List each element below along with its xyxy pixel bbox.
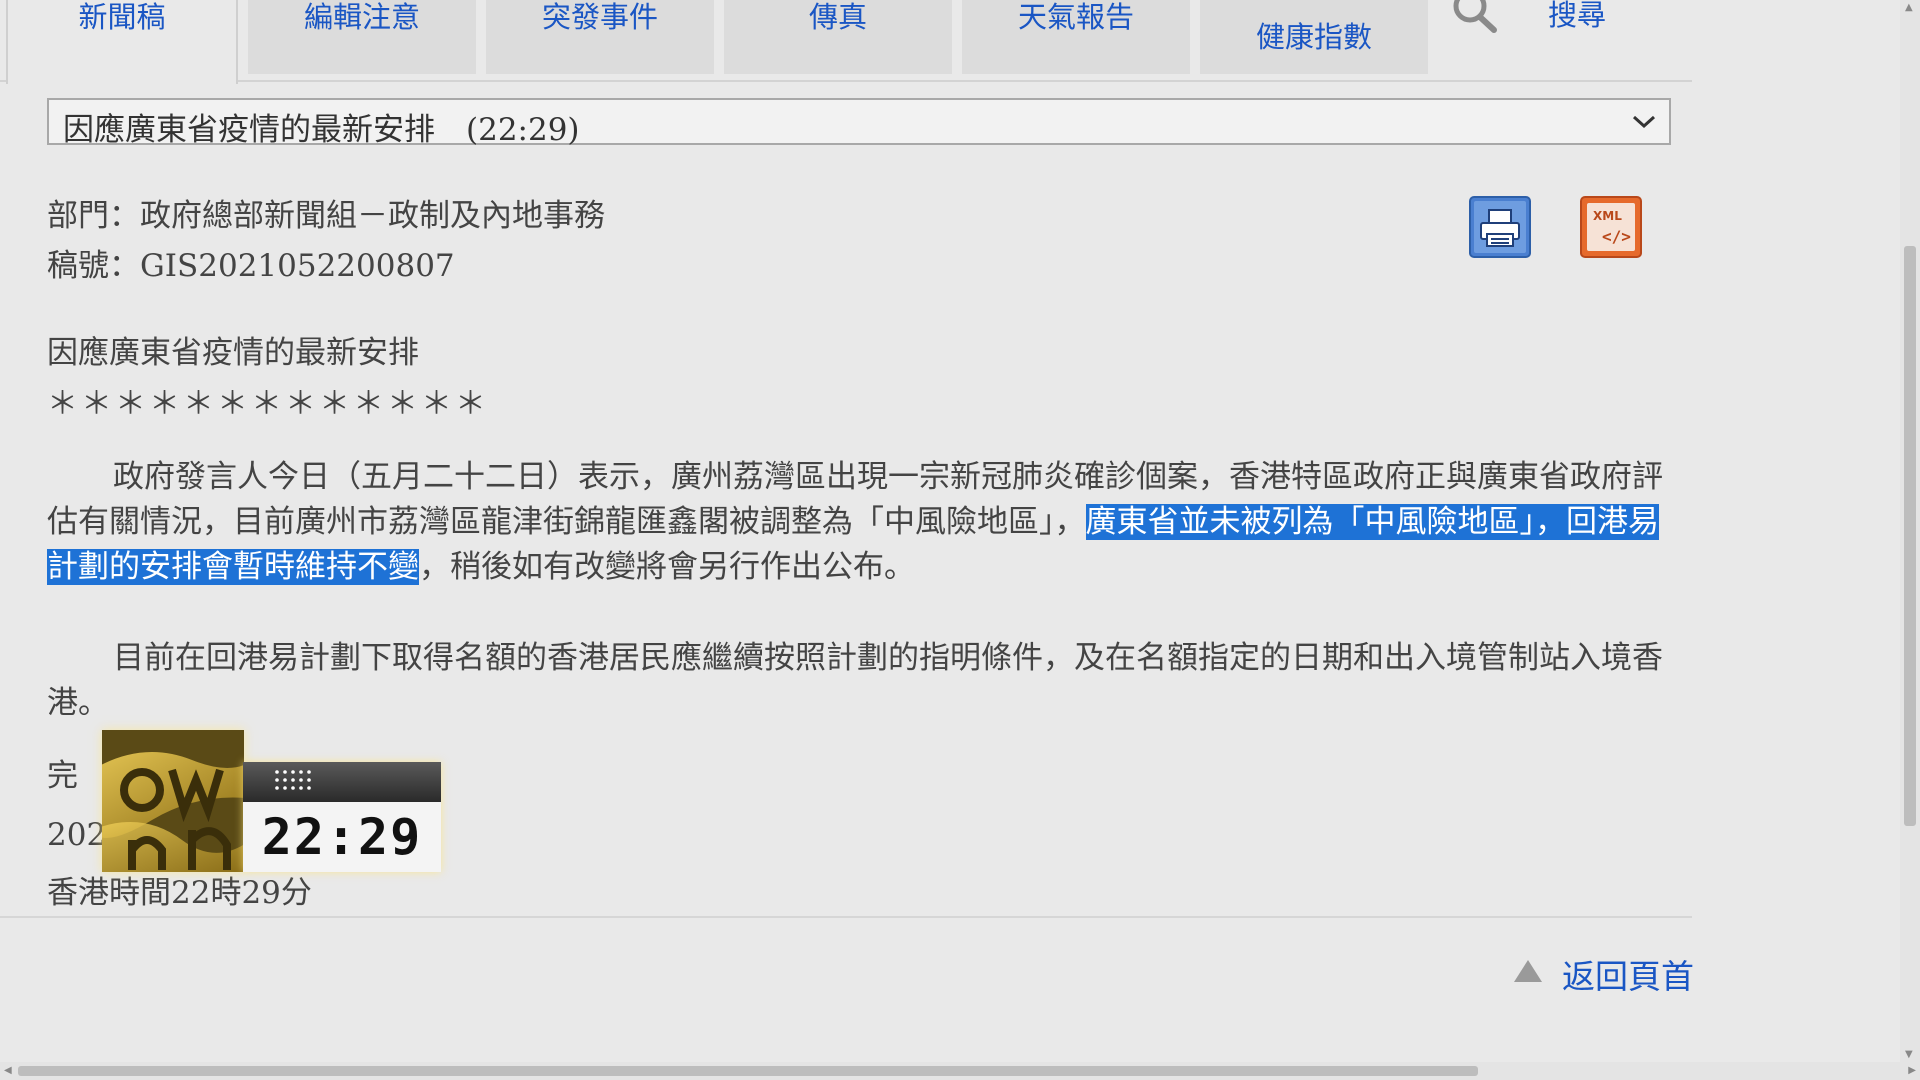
scroll-up-icon[interactable]: ▲ bbox=[1905, 2, 1913, 13]
tab-label: 編輯注意 bbox=[303, 0, 420, 34]
end-mark: 完 bbox=[47, 758, 78, 794]
tab-label: 傳真 bbox=[808, 0, 867, 34]
department-line: 部門：政府總部新聞組－政制及內地事務 bbox=[47, 198, 605, 234]
article-paragraph-1: 政府發言人今日（五月二十二日）表示，廣州荔灣區出現一宗新冠肺炎確診個案，香港特區… bbox=[47, 455, 1677, 590]
tv-clock-overlay: 22:29 bbox=[243, 762, 441, 872]
tab-health-index[interactable]: 健康指數 bbox=[1200, 0, 1428, 74]
tab-editors-notes[interactable]: 編輯注意 bbox=[248, 0, 476, 74]
clock-header bbox=[243, 762, 441, 802]
scroll-right-icon[interactable]: ▶ bbox=[1908, 1065, 1916, 1076]
release-date: 202 bbox=[47, 817, 107, 853]
article-paragraph-2: 目前在回港易計劃下取得名額的香港居民應繼續按照計劃的指明條件，及在名額指定的日期… bbox=[47, 640, 1663, 721]
svg-text:XML: XML bbox=[1593, 209, 1622, 223]
clock-time: 22:29 bbox=[261, 808, 423, 866]
tab-label: 天氣報告 bbox=[1017, 0, 1134, 34]
chevron-down-icon bbox=[1632, 115, 1656, 129]
channel-logo-icon bbox=[102, 730, 244, 872]
dots-icon bbox=[275, 770, 311, 790]
vertical-scrollbar[interactable]: ▲ ▼ bbox=[1900, 0, 1920, 1062]
print-icon bbox=[1469, 196, 1531, 258]
print-button[interactable] bbox=[1469, 196, 1531, 258]
tab-breaking-news[interactable]: 突發事件 bbox=[486, 0, 714, 74]
tab-fax[interactable]: 傳真 bbox=[724, 0, 952, 74]
tab-label: 突發事件 bbox=[541, 0, 658, 34]
search-link[interactable]: 搜尋 bbox=[1448, 0, 1648, 40]
xml-button[interactable]: XML </> bbox=[1580, 196, 1642, 258]
search-label: 搜尋 bbox=[1548, 0, 1607, 32]
channel-logo bbox=[102, 730, 244, 872]
reference-number: 稿號：GIS2021052200807 bbox=[47, 248, 455, 284]
article-title: 因應廣東省疫情的最新安排 bbox=[47, 335, 419, 371]
tab-label: 新聞稿 bbox=[78, 0, 166, 34]
search-icon bbox=[1453, 0, 1497, 33]
scroll-down-icon[interactable]: ▼ bbox=[1905, 1049, 1913, 1060]
footer-divider bbox=[0, 916, 1692, 918]
xml-icon: XML </> bbox=[1580, 196, 1642, 258]
scroll-left-icon[interactable]: ◀ bbox=[4, 1065, 12, 1076]
svg-text:</>: </> bbox=[1602, 227, 1631, 246]
triangle-up-icon bbox=[1514, 960, 1542, 982]
release-select[interactable]: 因應廣東省疫情的最新安排 (22:29) bbox=[47, 98, 1671, 148]
paragraph-text: ，稍後如有改變將會另行作出公布。 bbox=[419, 549, 915, 585]
title-separator: ＊＊＊＊＊＊＊＊＊＊＊＊＊ bbox=[47, 386, 489, 422]
tab-bar: 新聞稿 編輯注意 突發事件 傳真 天氣報告 健康指數 搜尋 bbox=[0, 0, 1692, 84]
horizontal-scroll-thumb[interactable] bbox=[18, 1066, 1478, 1076]
tab-weather-report[interactable]: 天氣報告 bbox=[962, 0, 1190, 74]
back-to-top-label: 返回頁首 bbox=[1562, 957, 1694, 996]
release-time: 香港時間22時29分 bbox=[47, 875, 312, 911]
tab-label: 健康指數 bbox=[1255, 20, 1372, 54]
tab-press-releases[interactable]: 新聞稿 bbox=[6, 0, 238, 84]
horizontal-scrollbar[interactable]: ◀ ▶ bbox=[0, 1062, 1920, 1080]
release-select-value: 因應廣東省疫情的最新安排 (22:29) bbox=[63, 112, 580, 148]
vertical-scroll-thumb[interactable] bbox=[1904, 246, 1916, 826]
